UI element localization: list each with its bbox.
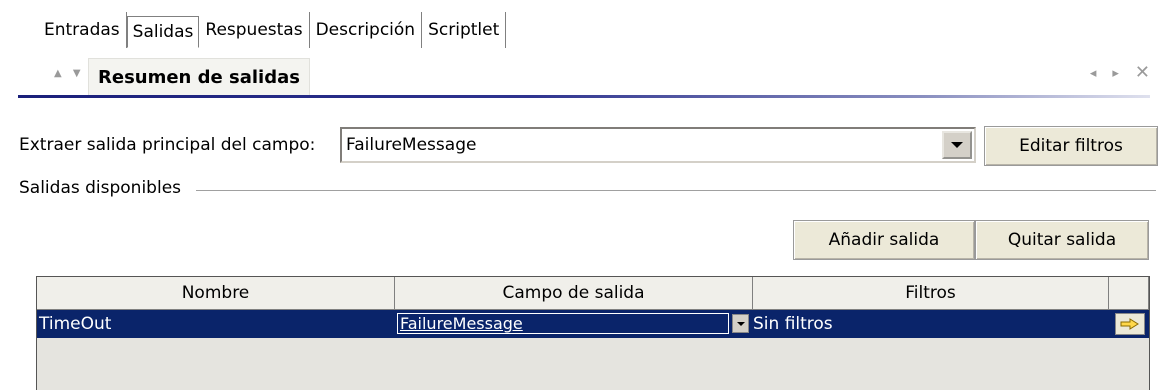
main-field-select[interactable]: FailureMessage: [340, 127, 976, 163]
section-title: Resumen de salidas: [88, 58, 310, 98]
available-outputs-label: Salidas disponibles: [19, 178, 192, 198]
cell-action[interactable]: [1109, 310, 1149, 338]
column-header-action: [1109, 277, 1149, 309]
tab-respuestas[interactable]: Respuestas: [199, 12, 310, 48]
tab-salidas[interactable]: Salidas: [126, 16, 200, 48]
section-nav: ◂ ▸ ✕: [1090, 62, 1150, 83]
collapse-arrows-icon[interactable]: ▲ ▼: [54, 68, 85, 79]
tab-descripcion[interactable]: Descripción: [310, 12, 423, 48]
column-header-filters[interactable]: Filtros: [753, 277, 1109, 309]
nav-prev-icon[interactable]: ◂: [1090, 66, 1097, 83]
main-field-label: Extraer salida principal del campo:: [19, 135, 316, 155]
chevron-down-icon[interactable]: [942, 131, 972, 159]
chevron-down-icon[interactable]: [732, 314, 749, 333]
section-header: ▲ ▼ Resumen de salidas ◂ ▸ ✕: [18, 54, 1150, 98]
column-header-name[interactable]: Nombre: [37, 277, 395, 309]
main-field-value: FailureMessage: [346, 135, 477, 155]
fieldset-divider: [196, 190, 1156, 191]
outputs-table: Nombre Campo de salida Filtros TimeOut F…: [36, 276, 1150, 390]
tab-scriptlet[interactable]: Scriptlet: [422, 12, 507, 48]
remove-output-button[interactable]: Quitar salida: [975, 220, 1149, 260]
edit-arrow-icon[interactable]: [1115, 313, 1145, 335]
edit-filters-button[interactable]: Editar filtros: [984, 126, 1158, 166]
cell-output-field[interactable]: FailureMessage: [395, 310, 753, 338]
column-header-output-field[interactable]: Campo de salida: [395, 277, 753, 309]
close-icon[interactable]: ✕: [1135, 62, 1150, 83]
cell-filters[interactable]: Sin filtros: [753, 310, 1109, 338]
cell-name[interactable]: TimeOut: [37, 310, 395, 338]
nav-next-icon[interactable]: ▸: [1112, 66, 1119, 83]
section-rule: [18, 95, 1150, 98]
tab-entradas[interactable]: Entradas: [38, 12, 127, 48]
cell-output-field-select[interactable]: FailureMessage: [397, 313, 729, 334]
tab-strip: Entradas Salidas Respuestas Descripción …: [38, 12, 507, 48]
add-output-button[interactable]: Añadir salida: [793, 220, 975, 260]
table-header: Nombre Campo de salida Filtros: [37, 277, 1149, 310]
table-row[interactable]: TimeOut FailureMessage Sin filtros: [37, 310, 1149, 338]
